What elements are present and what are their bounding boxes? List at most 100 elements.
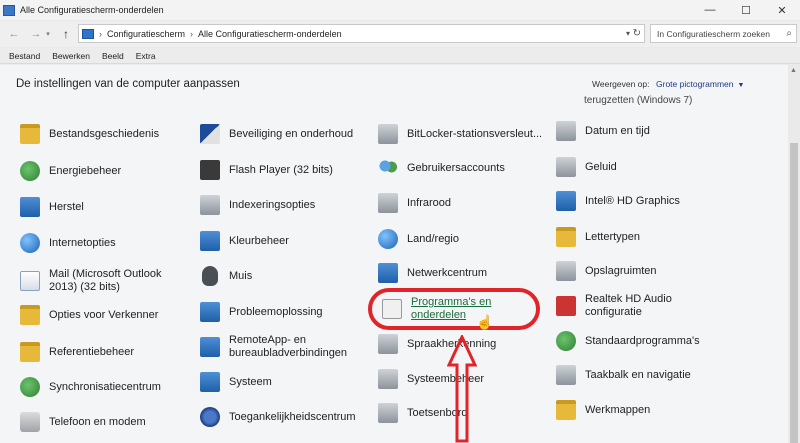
item-infrarood[interactable]: Infrarood <box>378 189 451 217</box>
control-panel-icon <box>3 4 15 16</box>
item-indexeringsopties[interactable]: Indexeringsopties <box>200 191 315 219</box>
storage-icon <box>556 261 576 281</box>
taskbar-icon <box>556 365 576 385</box>
arrow-up-icon <box>447 335 477 443</box>
item-referentiebeheer[interactable]: Referentiebeheer <box>20 338 134 366</box>
item-internetopties[interactable]: Internetopties <box>20 229 116 257</box>
up-button[interactable]: ↑ <box>58 27 74 41</box>
item-herstel[interactable]: Herstel <box>20 193 84 221</box>
search-input[interactable]: In Configuratiescherm zoeken ⌕ <box>650 24 797 43</box>
address-row: ← → ▾ ↑ › Configuratiescherm › Alle Conf… <box>0 21 800 47</box>
window-title: Alle Configuratiescherm-onderdelen <box>20 5 164 15</box>
default-programs-icon <box>556 331 576 351</box>
item-standaardprogrammas[interactable]: Standaardprogramma's <box>556 327 700 355</box>
menu-bewerken[interactable]: Bewerken <box>52 51 90 61</box>
refresh-icon[interactable]: ↻ <box>633 28 641 39</box>
item-intel-hd-graphics[interactable]: Intel® HD Graphics <box>556 187 680 215</box>
view-dropdown[interactable]: Grote pictogrammen ▼ <box>656 79 744 89</box>
mail-icon <box>20 271 40 291</box>
item-netwerkcentrum[interactable]: Netwerkcentrum <box>378 259 487 287</box>
realtek-icon <box>556 296 576 316</box>
item-synchronisatiecentrum[interactable]: Synchronisatiecentrum <box>20 373 161 401</box>
scrollbar-thumb[interactable] <box>790 143 798 443</box>
maximize-button[interactable]: ☐ <box>728 0 764 20</box>
back-button[interactable]: ← <box>6 28 22 40</box>
search-placeholder: In Configuratiescherm zoeken <box>657 28 770 39</box>
speaker-icon <box>556 157 576 177</box>
breadcrumb-item[interactable]: Configuratiescherm <box>107 29 185 39</box>
flag-icon <box>200 124 220 144</box>
location-icon <box>82 28 94 39</box>
item-spraakherkenning[interactable]: Spraakherkenning <box>378 330 496 358</box>
item-bitlocker[interactable]: BitLocker-stationsversleut... <box>378 120 542 148</box>
item-lettertypen[interactable]: Lettertypen <box>556 223 640 251</box>
item-energiebeheer[interactable]: Energiebeheer <box>20 157 121 185</box>
title-bar: Alle Configuratiescherm-onderdelen — ☐ ✕ <box>0 0 800 20</box>
fonts-icon <box>556 227 576 247</box>
troubleshoot-icon <box>200 302 220 322</box>
close-button[interactable]: ✕ <box>764 0 800 20</box>
chevron-right-icon: › <box>190 28 194 39</box>
page-title: De instellingen van de computer aanpasse… <box>16 78 240 90</box>
item-probleemoplossing[interactable]: Probleemoplossing <box>200 298 323 326</box>
hand-cursor-icon: ☝ <box>476 314 494 330</box>
user-accounts-icon <box>378 158 398 178</box>
view-label: Weergeven op: <box>592 79 650 89</box>
scrollbar[interactable]: ▲ <box>788 65 800 443</box>
menu-bar: Bestand Bewerken Beeld Extra <box>0 48 800 64</box>
network-icon <box>378 263 398 283</box>
menu-bestand[interactable]: Bestand <box>9 51 40 61</box>
intel-icon <box>556 191 576 211</box>
item-taakbalk-en-navigatie[interactable]: Taakbalk en navigatie <box>556 361 691 389</box>
region-icon <box>378 229 398 249</box>
credential-icon <box>20 342 40 362</box>
clock-icon <box>556 121 576 141</box>
item-telefoon-en-modem[interactable]: Telefoon en modem <box>20 408 146 436</box>
work-folders-icon <box>556 400 576 420</box>
recovery-icon <box>20 197 40 217</box>
item-werkmappen[interactable]: Werkmappen <box>556 396 650 424</box>
highlight-oval <box>368 288 540 330</box>
folder-icon <box>20 124 40 144</box>
item-toegankelijkheidscentrum[interactable]: Toegankelijkheidscentrum <box>200 403 356 431</box>
item-opties-voor-verkenner[interactable]: Opties voor Verkenner <box>20 301 158 329</box>
chevron-right-icon: › <box>99 28 102 39</box>
item-muis[interactable]: Muis <box>200 262 252 290</box>
item-bestandsgeschiedenis[interactable]: Bestandsgeschiedenis <box>20 120 159 148</box>
item-realtek-hd-audio[interactable]: Realtek HD Audio configuratie <box>556 289 685 323</box>
mouse-icon <box>202 266 218 286</box>
breadcrumb-item[interactable]: Alle Configuratiescherm-onderdelen <box>198 29 342 39</box>
folder-options-icon <box>20 305 40 325</box>
flash-icon <box>200 160 220 180</box>
indexing-icon <box>200 195 220 215</box>
item-beveiliging-en-onderhoud[interactable]: Beveiliging en onderhoud <box>200 120 353 148</box>
menu-beeld[interactable]: Beeld <box>102 51 124 61</box>
menu-extra[interactable]: Extra <box>136 51 156 61</box>
phone-icon <box>20 412 40 432</box>
infrared-icon <box>378 193 398 213</box>
item-datum-en-tijd[interactable]: Datum en tijd <box>556 117 650 145</box>
search-icon[interactable]: ⌕ <box>786 28 792 39</box>
globe-icon <box>20 233 40 253</box>
address-bar[interactable]: › Configuratiescherm › Alle Configuratie… <box>78 24 645 43</box>
forward-button[interactable]: → <box>28 28 44 40</box>
accessibility-icon <box>200 407 220 427</box>
minimize-button[interactable]: — <box>692 0 728 20</box>
chevron-down-icon[interactable]: ▾ <box>626 29 630 38</box>
item-land-regio[interactable]: Land/regio <box>378 225 459 253</box>
content-area: De instellingen van de computer aanpasse… <box>0 65 788 443</box>
item-remoteapp[interactable]: RemoteApp- en bureaubladverbindingen <box>200 330 359 364</box>
item-flash-player[interactable]: Flash Player (32 bits) <box>200 156 333 184</box>
partial-item-label[interactable]: terugzetten (Windows 7) <box>584 95 692 106</box>
view-value: Grote pictogrammen <box>656 79 734 89</box>
item-gebruikersaccounts[interactable]: Gebruikersaccounts <box>378 154 505 182</box>
item-opslagruimten[interactable]: Opslagruimten <box>556 257 657 285</box>
item-systeem[interactable]: Systeem <box>200 368 272 396</box>
microphone-icon <box>378 334 398 354</box>
scroll-up-icon[interactable]: ▲ <box>790 67 797 74</box>
sync-icon <box>20 377 40 397</box>
item-geluid[interactable]: Geluid <box>556 153 617 181</box>
item-mail[interactable]: Mail (Microsoft Outlook 2013) (32 bits) <box>20 264 175 298</box>
item-kleurbeheer[interactable]: Kleurbeheer <box>200 227 289 255</box>
recent-dropdown-icon[interactable]: ▾ <box>44 30 52 38</box>
